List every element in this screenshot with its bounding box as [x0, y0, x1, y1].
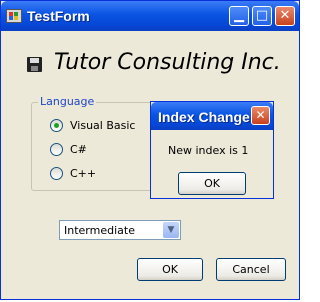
radio-label-visual-basic[interactable]: Visual Basic	[70, 119, 135, 132]
radio-cpp[interactable]	[50, 167, 63, 180]
cancel-button[interactable]: Cancel	[216, 258, 286, 281]
dialog-message: New index is 1	[168, 144, 249, 157]
window-title: TestForm	[27, 8, 90, 24]
app-icon[interactable]	[6, 9, 22, 23]
maximize-button[interactable]: □	[252, 6, 272, 26]
dialog-title-bar[interactable]: Index Change ✕	[151, 102, 273, 130]
dialog-ok-button[interactable]: OK	[178, 172, 246, 195]
dialog-close-button[interactable]: ✕	[251, 106, 270, 125]
level-select-value: Intermediate	[64, 224, 135, 237]
minimize-button[interactable]: ▁	[229, 6, 249, 26]
floppy-disk-icon	[27, 57, 42, 72]
company-heading: Tutor Consulting Inc.	[54, 50, 281, 75]
language-group-label: Language	[38, 95, 97, 108]
dialog-title: Index Change	[158, 109, 250, 125]
index-change-dialog: Index Change ✕ New index is 1 OK	[150, 101, 274, 199]
chevron-down-icon[interactable]: ▼	[163, 222, 179, 238]
title-bar[interactable]: TestForm ▁ □ ✕	[1, 1, 299, 31]
radio-label-cpp[interactable]: C++	[70, 167, 96, 180]
ok-button[interactable]: OK	[137, 258, 203, 281]
radio-csharp[interactable]	[50, 143, 63, 156]
level-select[interactable]: Intermediate ▼	[59, 220, 181, 240]
radio-visual-basic[interactable]	[50, 119, 63, 132]
radio-label-csharp[interactable]: C#	[70, 143, 87, 156]
close-button[interactable]: ✕	[275, 6, 295, 26]
